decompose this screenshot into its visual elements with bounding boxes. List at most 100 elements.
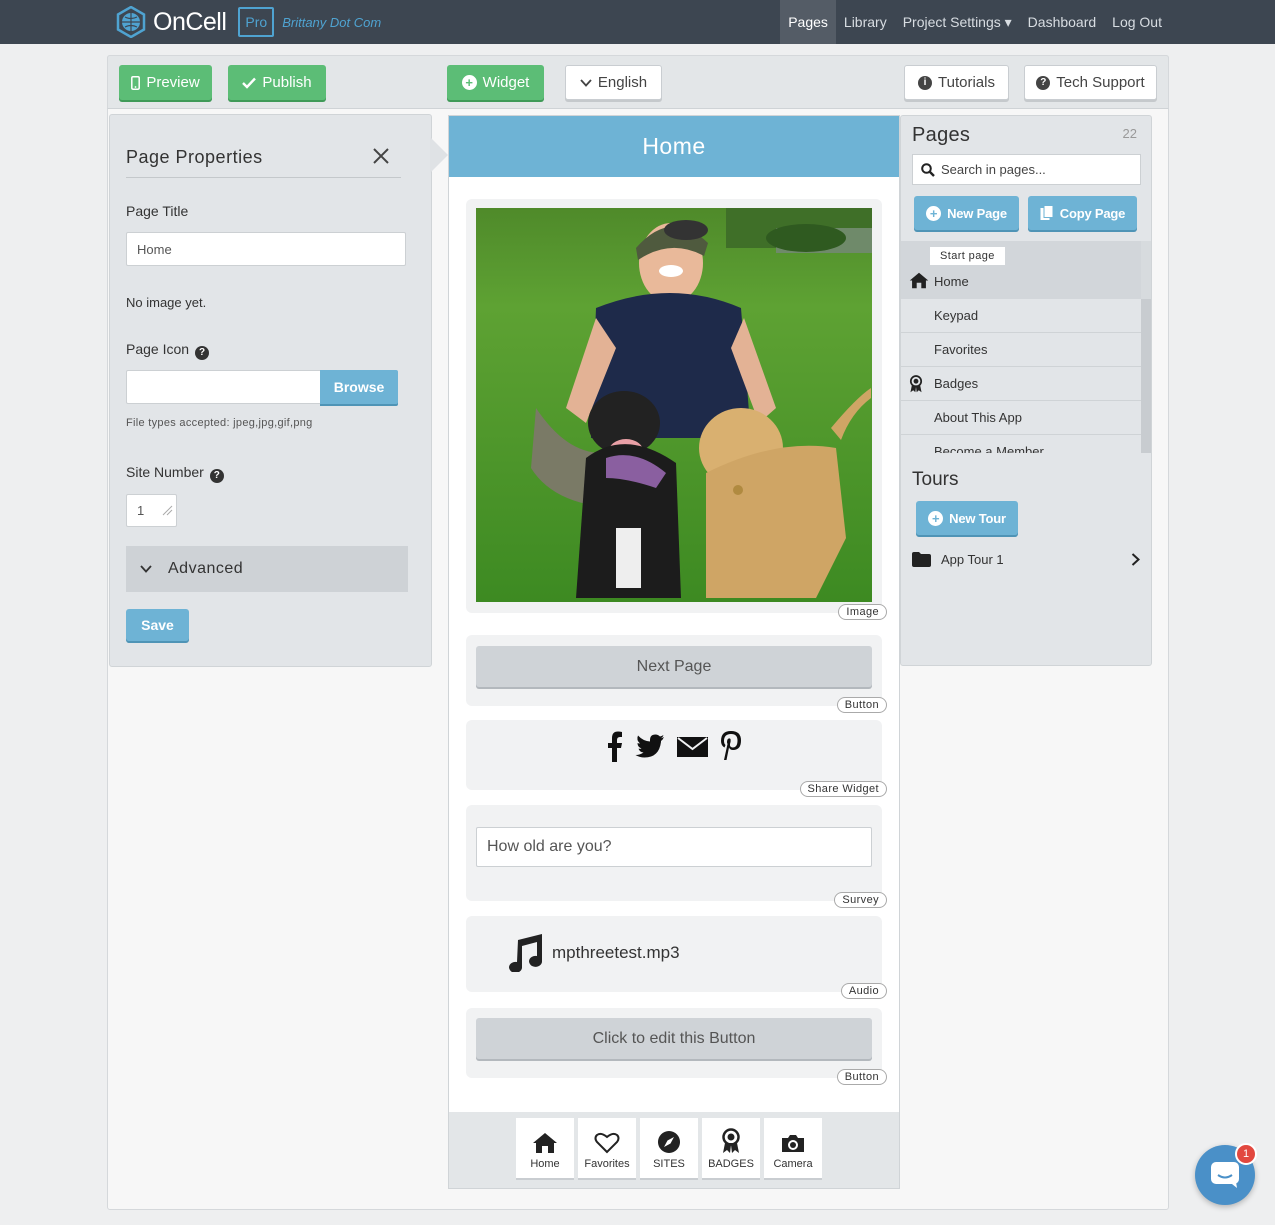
page-item-about[interactable]: About This App (901, 401, 1141, 435)
nav-logout[interactable]: Log Out (1104, 0, 1170, 44)
tab-home[interactable]: Home (516, 1118, 574, 1178)
site-number-value: 1 (137, 503, 145, 518)
editor-toolbar: Preview Publish + Widget English i Tutor… (107, 55, 1169, 109)
facebook-icon[interactable] (607, 730, 623, 762)
pro-badge: Pro (238, 7, 275, 37)
chevron-right-icon[interactable] (1131, 552, 1140, 566)
photo-woman-with-dogs (476, 208, 872, 602)
widget-type-tag: Share Widget (799, 781, 887, 797)
tab-label: Favorites (584, 1158, 630, 1170)
plus-circle-icon: + (928, 510, 944, 526)
tour-item-label: App Tour 1 (941, 551, 1004, 567)
badge-icon (909, 375, 923, 393)
button-widget[interactable]: Click to edit this Button Button (466, 1008, 887, 1085)
account-name: Brittany Dot Com (282, 14, 382, 30)
tab-camera[interactable]: Camera (764, 1118, 822, 1178)
search-placeholder: Search in pages... (941, 162, 1046, 177)
page-item-keypad[interactable]: Keypad (901, 299, 1141, 333)
survey-widget[interactable]: How old are you? Survey (466, 805, 887, 908)
tab-label: BADGES (708, 1158, 754, 1170)
home-icon (533, 1133, 557, 1153)
tutorials-button[interactable]: i Tutorials (904, 65, 1009, 100)
page-list-scrollbar[interactable] (1141, 241, 1151, 453)
brand[interactable]: OnCell Pro Brittany Dot Com (115, 4, 381, 40)
page-properties-panel: Page Properties Page Title Home No image… (109, 114, 432, 667)
compass-icon (658, 1131, 680, 1153)
scrollbar-thumb[interactable] (1141, 241, 1151, 299)
audio-player[interactable]: mpthreetest.mp3 (504, 934, 680, 972)
image-widget[interactable]: Image (466, 199, 887, 620)
help-icon[interactable]: ? (195, 346, 210, 360)
copy-page-label: Copy Page (1059, 205, 1126, 221)
tech-support-button[interactable]: ? Tech Support (1024, 65, 1157, 100)
language-dropdown[interactable]: English (565, 65, 662, 100)
page-properties-title: Page Properties (126, 147, 263, 167)
audio-widget[interactable]: mpthreetest.mp3 Audio (466, 916, 887, 999)
new-tour-button[interactable]: + New Tour (916, 501, 1018, 535)
tour-item[interactable]: App Tour 1 (912, 548, 1140, 570)
next-page-button[interactable]: Next Page (476, 646, 872, 687)
share-icons (466, 730, 882, 762)
twitter-icon[interactable] (635, 734, 665, 760)
resize-grip-icon (162, 505, 173, 516)
site-number-input[interactable]: 1 (126, 494, 177, 527)
copy-page-button[interactable]: Copy Page (1028, 196, 1137, 230)
preview-button[interactable]: Preview (119, 65, 212, 100)
tab-favorites[interactable]: Favorites (578, 1118, 636, 1178)
folder-icon (912, 551, 931, 567)
widget-type-tag: Button (836, 697, 887, 713)
info-icon: i (918, 75, 933, 90)
page-icon-file-input[interactable] (126, 370, 321, 404)
tab-list: Home Favorites SITES BADGES Camera (516, 1118, 822, 1178)
tab-label: Camera (773, 1158, 813, 1170)
tab-badges[interactable]: BADGES (702, 1118, 760, 1178)
widget-type-tag: Image (838, 604, 887, 620)
new-page-button[interactable]: + New Page (914, 196, 1019, 230)
page-item-favorites[interactable]: Favorites (901, 333, 1141, 367)
check-icon (242, 77, 257, 89)
advanced-toggle[interactable]: Advanced (126, 546, 408, 592)
pinterest-icon[interactable] (720, 730, 742, 762)
tab-label: Home (530, 1158, 560, 1170)
chat-launcher[interactable]: 1 (1195, 1143, 1257, 1205)
music-note-icon (509, 934, 543, 972)
audio-filename: mpthreetest.mp3 (552, 943, 680, 962)
page-item-label: Become a Member (934, 444, 1044, 453)
preview-label: Preview (146, 74, 200, 91)
nav-library[interactable]: Library (836, 0, 895, 44)
survey-question-field[interactable]: How old are you? (476, 827, 872, 867)
tech-support-label: Tech Support (1056, 74, 1145, 91)
home-icon (909, 272, 929, 289)
tutorials-label: Tutorials (938, 74, 995, 91)
publish-label: Publish (262, 74, 312, 91)
publish-button[interactable]: Publish (228, 65, 326, 100)
nav-project-settings[interactable]: Project Settings ▾ (895, 0, 1020, 44)
edit-button[interactable]: Click to edit this Button (476, 1018, 872, 1059)
pages-search-input[interactable]: Search in pages... (912, 154, 1141, 185)
nav-pages[interactable]: Pages (780, 0, 836, 44)
share-widget[interactable]: Share Widget (466, 720, 887, 797)
tab-label: SITES (653, 1158, 685, 1170)
tours-title: Tours (912, 469, 959, 490)
email-icon[interactable] (676, 737, 708, 757)
widget-type-tag: Button (836, 1069, 887, 1085)
close-icon[interactable] (372, 147, 390, 165)
tab-sites[interactable]: SITES (640, 1118, 698, 1178)
main-nav: Pages Library Project Settings ▾ Dashboa… (780, 0, 1170, 44)
start-page-badge: Start page (930, 247, 1005, 265)
pages-panel: Pages 22 Search in pages... + New Page C… (900, 115, 1152, 666)
app-tab-bar: Home Favorites SITES BADGES Camera (449, 1112, 899, 1188)
page-title-input[interactable]: Home (126, 232, 406, 266)
nav-dashboard[interactable]: Dashboard (1020, 0, 1105, 44)
page-item-become-member[interactable]: Become a Member (901, 435, 1141, 453)
add-widget-button[interactable]: + Widget (447, 65, 544, 100)
browse-button[interactable]: Browse (320, 370, 398, 404)
button-widget[interactable]: Next Page Button (466, 635, 887, 713)
page-item-home[interactable]: Start page Home (901, 241, 1141, 299)
site-number-label: Site Number (126, 464, 204, 480)
notification-badge: 1 (1235, 1143, 1257, 1165)
page-item-badges[interactable]: Badges (901, 367, 1141, 401)
phone-icon (131, 75, 141, 90)
help-icon[interactable]: ? (209, 469, 224, 483)
save-button[interactable]: Save (126, 609, 189, 641)
